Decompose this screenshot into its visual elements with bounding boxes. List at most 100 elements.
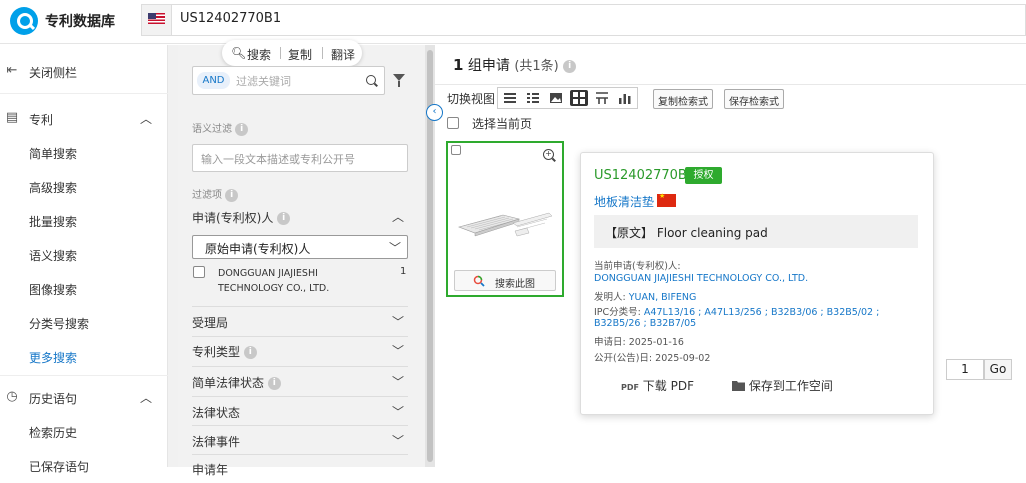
chevron-up-icon[interactable]: ︿ [392,208,404,225]
download-pdf-button[interactable]: PDF 下载 PDF [621,377,694,394]
chevron-down-icon[interactable]: ﹀ [392,373,404,390]
sidebar-item-advanced-search[interactable]: 高级搜索 [0,171,168,201]
results-count: 1 组申请 (共1条) i [453,55,577,75]
page-number-input[interactable]: 1 [946,359,984,380]
collapse-filter-button[interactable]: ‹ [426,104,443,121]
sidebar-item-semantic-search[interactable]: 语义搜索 [0,239,168,269]
sidebar-section-patent[interactable]: ▤ 专利 ︿ [0,103,168,133]
sidebar-item-simple-search[interactable]: 简单搜索 [0,137,168,167]
applicant-type-select[interactable]: 原始申请(专利权)人 ﹀ [192,235,408,259]
sidebar-section-label: 专利 [29,113,54,127]
sidebar-item-batch-search[interactable]: 批量搜索 [0,205,168,235]
facet-receiving-office[interactable]: 受理局 ﹀ [192,308,408,336]
zoom-in-icon[interactable]: + [543,149,554,160]
sidebar-item-label: 简单搜索 [29,147,78,161]
patent-number-link[interactable]: US12402770B1 [594,168,695,183]
current-applicant-link[interactable]: DONGGUAN JIAJIESHI TECHNOLOGY CO., LTD. [594,273,808,284]
chevron-down-icon[interactable]: ﹀ [392,403,404,420]
divider [192,425,408,426]
select-page-label: 选择当前页 [472,117,533,131]
sidebar-item-classification-search[interactable]: 分类号搜索 [0,307,168,337]
original-title: Floor cleaning pad [656,226,768,240]
download-pdf-label: 下载 PDF [642,379,694,393]
sidebar-item-more-search[interactable]: 更多搜索 [0,341,168,371]
sidebar-section-history[interactable]: ◷ 历史语句 ︿ [0,382,168,412]
clock-icon: ◷ [6,389,18,404]
view-switch-label: 切换视图 [447,92,496,106]
publication-date-row: 公开(公告)日: 2025-09-02 [594,350,710,364]
info-icon[interactable]: i [243,346,257,359]
close-sidebar-button[interactable]: ⇤ 关闭侧栏 [0,56,168,86]
go-page-button[interactable]: Go [984,359,1012,380]
toolbar-copy-button[interactable]: 复制 [288,46,312,63]
info-icon[interactable]: i [267,377,281,390]
facet-patent-type[interactable]: 专利类型 i ﹀ [192,337,408,365]
filter-icon[interactable] [393,74,405,87]
patent-drawing-image[interactable] [455,205,555,245]
divider [192,366,408,367]
select-page-checkbox[interactable] [447,117,459,129]
applicant-name-line: TECHNOLOGY CO., LTD. [218,283,330,294]
search-input[interactable]: US12402770B1 [171,4,1026,36]
chevron-up-icon[interactable]: ︿ [140,389,154,405]
semantic-filter-heading: 语义过滤 i [192,120,249,136]
facet-simple-legal-status[interactable]: 简单法律状态 i ﹀ [192,368,408,396]
current-applicant-label: 当前申请(专利权)人: [594,261,681,272]
chart-view-icon[interactable] [616,90,634,106]
copy-query-button[interactable]: 复制检索式 [653,89,713,109]
sidebar-item-search-history[interactable]: 检索历史 [0,416,168,446]
chevron-down-icon: ﹀ [388,241,401,255]
facet-applicant[interactable]: 申请(专利权)人 i ︿ [192,203,408,231]
us-flag-icon [148,13,165,24]
result-checkbox[interactable] [451,145,461,155]
facet-label: 法律状态 [192,406,241,420]
list-view-icon[interactable] [501,90,519,106]
divider [435,84,1026,85]
search-icon[interactable]: 🔍︎ [231,46,246,60]
publication-date-value: 2025-09-02 [655,353,711,364]
toolbar-search-button[interactable]: 搜索 [247,46,271,63]
inventor-value[interactable]: YUAN, BIFENG [629,292,697,303]
save-to-workspace-button[interactable]: 保存到工作空间 [732,377,833,394]
info-icon[interactable]: i [235,122,249,136]
semantic-filter-input[interactable]: 输入一段文本描述或专利公开号 [192,144,408,172]
sidebar-gutter [168,45,178,467]
and-operator-toggle[interactable]: AND [197,72,230,89]
facet-legal-event[interactable]: 法律事件 ﹀ [192,427,408,455]
search-this-image-button[interactable]: 搜索此图 [454,270,556,291]
selection-toolbar: 🔍︎ 搜索 复制 翻译 [222,40,362,66]
info-icon[interactable]: i [563,59,577,73]
ipc-values[interactable]: B32B5/26 ; B32B7/05 [594,318,696,329]
chevron-down-icon[interactable]: ﹀ [392,342,404,359]
sidebar-item-label: 分类号搜索 [29,317,90,331]
applicant-count: 1 [400,266,407,277]
sidebar-item-saved-queries[interactable]: 已保存语句 [0,450,168,480]
application-date-label: 申请日: [594,337,626,348]
current-applicant-value[interactable]: DONGGUAN JIAJIESHI TECHNOLOGY CO., LTD. [594,273,808,284]
semantic-filter-label: 语义过滤 [192,124,232,135]
facet-label: 申请年 [192,463,229,477]
facet-legal-status[interactable]: 法律状态 ﹀ [192,398,408,426]
save-query-button[interactable]: 保存检索式 [724,89,784,109]
applicant-checkbox[interactable] [193,266,205,278]
facet-label: 申请(专利权)人 [192,211,274,225]
facet-application-year[interactable]: 申请年 [192,455,408,483]
search-icon[interactable] [366,75,376,85]
compare-view-icon[interactable] [593,90,611,106]
ipc-values[interactable]: A47L13/16 ; A47L13/256 ; B32B3/06 ; B32B… [644,307,879,318]
collapse-sidebar-icon: ⇤ [6,63,18,78]
chevron-down-icon[interactable]: ﹀ [392,313,404,330]
app-title: 专利数据库 [45,14,115,30]
facet-label: 法律事件 [192,435,241,449]
close-sidebar-label: 关闭侧栏 [29,66,78,80]
image-view-icon[interactable] [547,90,565,106]
info-icon[interactable]: i [277,212,291,225]
chevron-up-icon[interactable]: ︿ [140,110,154,126]
toolbar-translate-button[interactable]: 翻译 [331,46,355,63]
detail-list-view-icon[interactable] [524,90,542,106]
patent-title-link[interactable]: 地板清洁垫 [594,193,654,210]
grid-view-icon[interactable] [570,90,588,106]
sidebar-item-image-search[interactable]: 图像搜索 [0,273,168,303]
info-icon[interactable]: i [225,188,239,202]
chevron-down-icon[interactable]: ﹀ [392,432,404,449]
